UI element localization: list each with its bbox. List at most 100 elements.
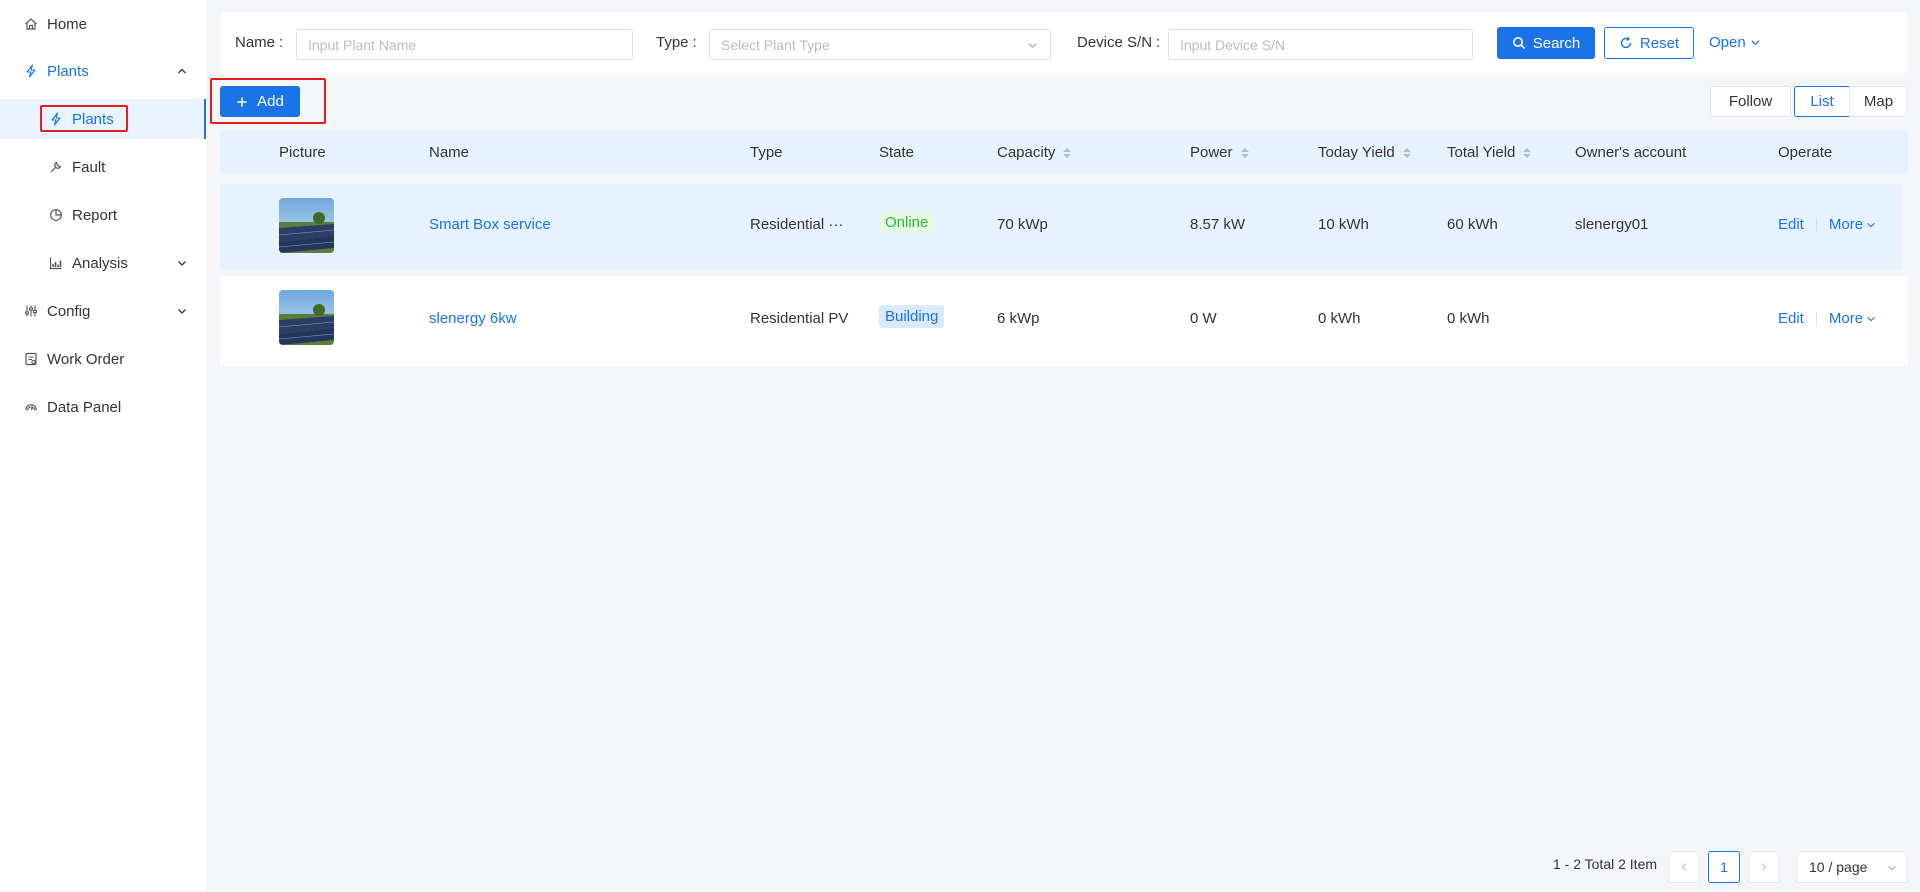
sidebar-item-label: Work Order bbox=[47, 350, 125, 368]
plant-type: Residential PV bbox=[750, 310, 849, 327]
home-icon bbox=[24, 17, 38, 31]
sidebar-item-home[interactable]: Home bbox=[0, 4, 206, 44]
plant-picture bbox=[279, 198, 334, 253]
total-yield-header-label: Total Yield bbox=[1447, 144, 1516, 161]
column-header-picture: Picture bbox=[279, 144, 326, 161]
sidebar-item-plants-group[interactable]: Plants bbox=[0, 51, 206, 91]
device-sn-filter-label: Device S/N: bbox=[1077, 34, 1161, 51]
column-header-total-yield[interactable]: Total Yield bbox=[1447, 144, 1532, 161]
refresh-icon bbox=[1620, 36, 1632, 49]
sidebar-item-fault[interactable]: Fault bbox=[0, 147, 206, 187]
column-header-state: State bbox=[879, 144, 915, 161]
sidebar-item-config[interactable]: Config bbox=[0, 291, 206, 331]
chevron-down-icon bbox=[178, 309, 186, 314]
table-row: Smart Box service Residential ··· Online… bbox=[220, 184, 1902, 270]
bolt-icon bbox=[24, 64, 38, 78]
type-filter-label: Type: bbox=[656, 34, 697, 51]
row-actions: Edit More bbox=[1778, 310, 1876, 327]
sidebar-item-label: Analysis bbox=[72, 254, 128, 272]
column-header-capacity[interactable]: Capacity bbox=[997, 144, 1072, 161]
wrench-icon bbox=[49, 160, 63, 174]
plant-type: Residential ··· bbox=[750, 216, 844, 233]
sidebar-item-label: Data Panel bbox=[47, 398, 122, 416]
plant-capacity: 70 kWp bbox=[997, 216, 1048, 233]
chevron-down-icon bbox=[1867, 316, 1875, 321]
more-dropdown[interactable]: More bbox=[1829, 216, 1876, 233]
search-button-label: Search bbox=[1532, 34, 1581, 52]
open-filters-toggle[interactable]: Open bbox=[1709, 34, 1761, 51]
plant-total-yield: 0 kWh bbox=[1447, 310, 1490, 327]
plant-type-select[interactable]: Select Plant Type bbox=[709, 29, 1051, 60]
page-size-select[interactable]: 10 / page bbox=[1796, 851, 1908, 883]
capacity-header-label: Capacity bbox=[997, 144, 1056, 161]
plant-name-link[interactable]: Smart Box service bbox=[429, 216, 551, 233]
edit-link[interactable]: Edit bbox=[1778, 310, 1804, 327]
more-label: More bbox=[1828, 216, 1864, 233]
table-header: Picture Name Type State Capacity Power T… bbox=[220, 130, 1908, 174]
sort-icon bbox=[1240, 147, 1249, 158]
reset-button[interactable]: Reset bbox=[1604, 27, 1694, 59]
chevron-right-icon bbox=[1761, 863, 1767, 871]
pagination-summary: 1 - 2 Total 2 Item bbox=[1553, 856, 1658, 872]
divider bbox=[1815, 312, 1817, 327]
sidebar-item-analysis[interactable]: Analysis bbox=[0, 243, 206, 283]
status-badge: Online bbox=[879, 211, 935, 234]
chevron-down-icon bbox=[178, 261, 186, 266]
divider bbox=[1815, 218, 1817, 233]
list-view-button[interactable]: List bbox=[1794, 86, 1850, 117]
sidebar-item-label: Fault bbox=[72, 158, 106, 176]
chevron-left-icon bbox=[1681, 863, 1687, 871]
sidebar-item-data-panel[interactable]: Data Panel bbox=[0, 387, 206, 427]
column-header-owner: Owner's account bbox=[1575, 144, 1687, 161]
column-header-operate: Operate bbox=[1778, 144, 1833, 161]
plant-power: 0 W bbox=[1190, 310, 1217, 327]
plant-type-placeholder: Select Plant Type bbox=[721, 36, 830, 53]
chevron-down-icon bbox=[1028, 43, 1037, 49]
sidebar-item-label: Config bbox=[47, 302, 91, 320]
sidebar-item-report[interactable]: Report bbox=[0, 195, 206, 235]
page-number-button[interactable]: 1 bbox=[1708, 851, 1740, 883]
next-page-button[interactable] bbox=[1748, 851, 1780, 883]
column-header-name: Name bbox=[429, 144, 470, 161]
device-sn-input[interactable] bbox=[1168, 29, 1473, 60]
today-yield-header-label: Today Yield bbox=[1318, 144, 1395, 161]
chevron-down-icon bbox=[1867, 222, 1875, 227]
sort-icon bbox=[1402, 147, 1411, 158]
chevron-down-icon bbox=[1751, 40, 1760, 46]
follow-view-button[interactable]: Follow bbox=[1710, 86, 1791, 117]
search-button[interactable]: Search bbox=[1497, 27, 1595, 59]
sidebar-item-label: Report bbox=[72, 206, 118, 224]
gauge-icon bbox=[24, 400, 38, 414]
plant-today-yield: 10 kWh bbox=[1318, 216, 1369, 233]
plant-name-input[interactable] bbox=[296, 29, 633, 60]
sidebar-item-work-order[interactable]: Work Order bbox=[0, 339, 206, 379]
edit-link[interactable]: Edit bbox=[1778, 216, 1804, 233]
plant-owner: slenergy01 bbox=[1575, 216, 1649, 233]
name-filter-label: Name: bbox=[235, 34, 284, 51]
more-label: More bbox=[1828, 310, 1864, 327]
sidebar-item-label: Home bbox=[47, 15, 88, 33]
chevron-down-icon bbox=[1888, 865, 1896, 871]
status-badge: Building bbox=[879, 305, 945, 328]
reset-button-label: Reset bbox=[1639, 34, 1680, 52]
column-header-today-yield[interactable]: Today Yield bbox=[1318, 144, 1411, 161]
table-row: slenergy 6kw Residential PV Building 6 k… bbox=[220, 276, 1908, 366]
sliders-icon bbox=[24, 304, 38, 318]
plant-name-link[interactable]: slenergy 6kw bbox=[429, 310, 517, 327]
power-header-label: Power bbox=[1190, 144, 1233, 161]
map-view-label: Map bbox=[1863, 93, 1894, 110]
sidebar: Home Plants Plants Fault Report Analysis bbox=[0, 0, 208, 892]
sort-icon bbox=[1063, 147, 1072, 158]
prev-page-button[interactable] bbox=[1668, 851, 1700, 883]
highlight-box-plants bbox=[40, 105, 128, 132]
search-icon bbox=[1512, 37, 1525, 50]
map-view-button[interactable]: Map bbox=[1849, 86, 1908, 117]
open-filters-label: Open bbox=[1709, 34, 1746, 51]
plant-total-yield: 60 kWh bbox=[1447, 216, 1498, 233]
plant-power: 8.57 kW bbox=[1190, 216, 1246, 233]
filter-bar: Name: Type: Select Plant Type Device S/N… bbox=[220, 12, 1908, 74]
sort-icon bbox=[1523, 147, 1532, 158]
column-header-power[interactable]: Power bbox=[1190, 144, 1249, 161]
more-dropdown[interactable]: More bbox=[1829, 310, 1876, 327]
pie-chart-icon bbox=[49, 208, 63, 222]
